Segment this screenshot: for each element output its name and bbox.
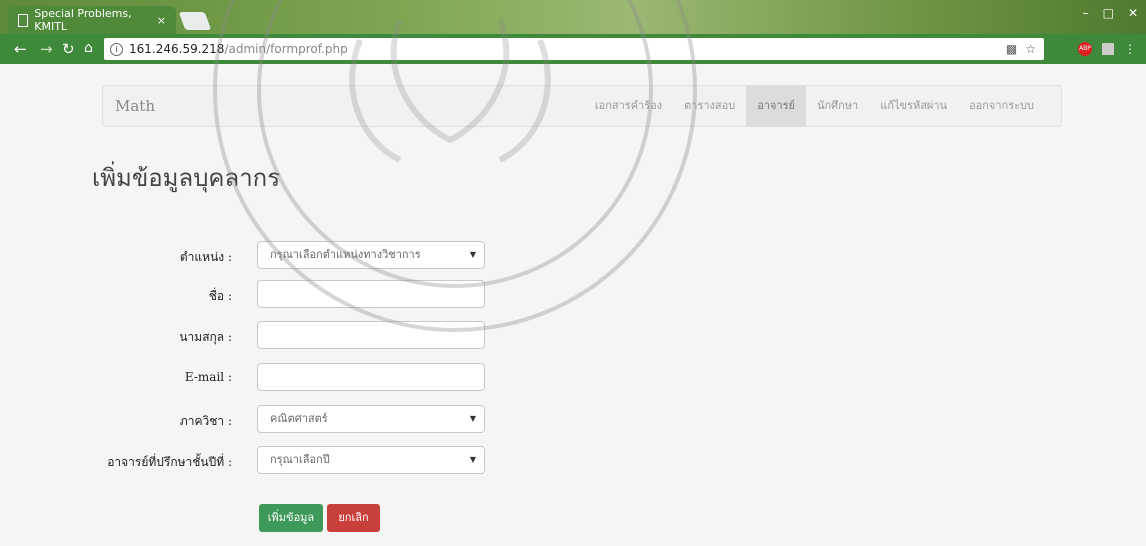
form-row-lastname: นามสกุล : [0,321,520,351]
advisor-year-label: อาจารย์ที่ปรึกษาชั้นปีที่ : [107,455,232,469]
lastname-label: นามสกุล : [179,330,232,344]
extension-icon[interactable] [1102,43,1114,55]
position-select-value: กรุณาเลือกตำแหน่งทางวิชาการ [270,248,421,261]
site-navbar: Math เอกสารคำร้อง ตารางสอบ อาจารย์ นักศึ… [102,85,1062,127]
dropdown-caret-icon: ▼ [469,455,476,464]
department-label: ภาควิชา : [179,414,232,428]
add-data-button[interactable]: เพิ่มข้อมูล [259,504,323,532]
tab-close-icon[interactable]: × [157,14,166,27]
form-row-department: ภาควิชา : คณิตศาสตร์ ▼ [0,405,520,435]
info-icon[interactable]: i [110,42,123,56]
form-row-advisor-year: อาจารย์ที่ปรึกษาชั้นปีที่ : กรุณาเลือกปี… [0,446,520,476]
brand[interactable]: Math [115,97,155,115]
browser-tabstrip: Special Problems, KMITL × – □ ✕ [0,0,1146,34]
page-icon [18,13,29,27]
dropdown-caret-icon: ▼ [469,250,476,259]
department-select[interactable]: คณิตศาสตร์ ▼ [257,405,485,433]
advisor-year-select[interactable]: กรุณาเลือกปี ▼ [257,446,485,474]
email-input[interactable] [257,363,485,391]
cancel-button[interactable]: ยกเลิก [327,504,380,532]
extensions: ABP ⋮ [1078,42,1136,56]
new-tab-button[interactable] [178,12,212,30]
nav-link-students[interactable]: นักศึกษา [806,86,869,126]
nav-link-change-password[interactable]: แก้ไขรหัสผ่าน [869,86,958,126]
page-title: เพิ่มข้อมูลบุคลากร [92,164,281,192]
browser-tab[interactable]: Special Problems, KMITL × [8,6,176,34]
url-host: 161.246.59.218 [129,42,225,56]
form-row-position: ตำแหน่ง : กรุณาเลือกตำแหน่งทางวิชาการ ▼ [0,241,520,271]
back-arrow-icon[interactable]: ← [14,40,27,58]
form-row-firstname: ชื่อ : [0,280,520,310]
window-controls: – □ ✕ [1083,6,1138,20]
browser-toolbar: ← → ↻ ⌂ i 161.246.59.218 /admin/formprof… [0,34,1146,64]
reload-icon[interactable]: ↻ [62,40,75,58]
form-row-email: E-mail : [0,363,520,393]
firstname-label: ชื่อ : [208,289,232,303]
minimize-icon[interactable]: – [1083,6,1089,20]
dropdown-caret-icon: ▼ [469,414,476,423]
department-select-value: คณิตศาสตร์ [270,412,328,425]
firstname-input[interactable] [257,280,485,308]
url-path: /admin/formprof.php [224,42,348,56]
close-window-icon[interactable]: ✕ [1128,6,1138,20]
adblock-icon[interactable]: ABP [1078,42,1092,56]
translate-icon[interactable]: ▩ [1006,42,1017,56]
bookmark-star-icon[interactable]: ☆ [1025,42,1036,56]
advisor-year-select-value: กรุณาเลือกปี [270,453,330,466]
menu-kebab-icon[interactable]: ⋮ [1124,42,1136,56]
position-label: ตำแหน่ง : [179,250,232,264]
nav-link-exam-schedule[interactable]: ตารางสอบ [673,86,746,126]
address-bar[interactable]: i 161.246.59.218 /admin/formprof.php ▩ ☆ [104,38,1044,60]
nav-link-teachers[interactable]: อาจารย์ [746,86,806,126]
forward-arrow-icon[interactable]: → [40,40,53,58]
nav-link-logout[interactable]: ออกจากระบบ [958,86,1045,126]
nav-links: เอกสารคำร้อง ตารางสอบ อาจารย์ นักศึกษา แ… [584,86,1045,126]
nav-link-documents[interactable]: เอกสารคำร้อง [584,86,673,126]
home-icon[interactable]: ⌂ [84,40,93,56]
lastname-input[interactable] [257,321,485,349]
maximize-icon[interactable]: □ [1103,6,1114,20]
position-select[interactable]: กรุณาเลือกตำแหน่งทางวิชาการ ▼ [257,241,485,269]
email-label: E-mail : [184,370,232,384]
tab-title: Special Problems, KMITL [34,7,132,33]
